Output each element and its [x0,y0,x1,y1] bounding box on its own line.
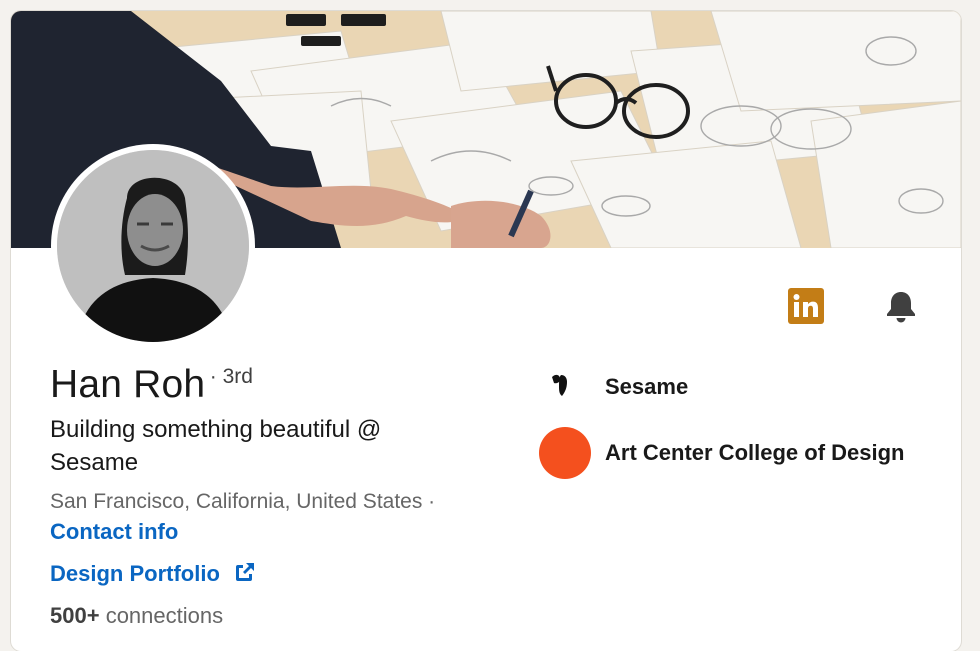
connections-count[interactable]: 500+ connections [50,603,223,629]
portfolio-link-label: Design Portfolio [50,561,220,586]
connections-number: 500+ [50,603,100,628]
org-name-sesame: Sesame [605,374,689,399]
org-name-art-center: Art Center College of Design [605,440,905,465]
sesame-logo [538,361,592,413]
art-center-logo [538,427,592,479]
profile-actions [788,288,948,324]
linkedin-icon[interactable] [788,288,824,324]
profile-card: Han Roh · 3rd Building something beautif… [11,11,961,651]
bell-icon[interactable] [883,288,919,324]
org-item-sesame[interactable]: Sesame [538,361,688,413]
name-row: Han Roh · 3rd [50,363,253,407]
profile-location: San Francisco, California, United States… [50,490,436,513]
portfolio-link[interactable]: Design Portfolio [50,561,256,587]
profile-name: Han Roh [50,363,206,406]
avatar-image [57,150,249,342]
external-link-icon [236,563,255,581]
profile-photo[interactable] [51,144,255,348]
connection-degree: · 3rd [209,365,253,388]
contact-info-link[interactable]: Contact info [50,519,178,545]
connections-label: connections [105,603,224,628]
profile-headline: Building something beautiful @ Sesame [50,416,382,476]
org-item-art-center[interactable]: Art Center College of Design [538,427,904,479]
